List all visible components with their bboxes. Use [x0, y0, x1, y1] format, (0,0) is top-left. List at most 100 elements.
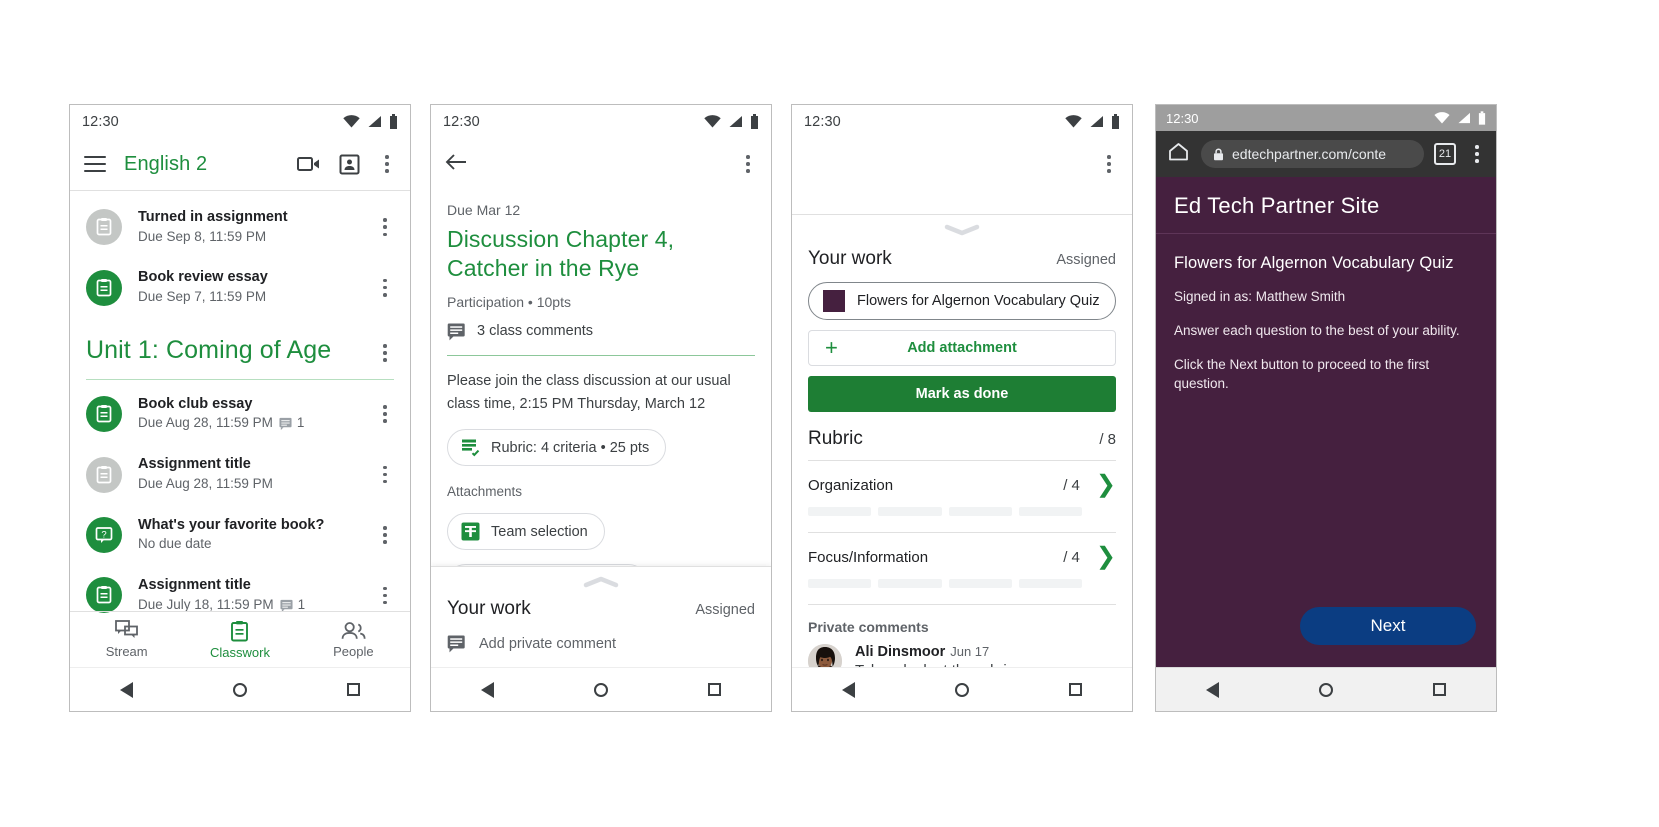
kebab-icon[interactable] [1468, 145, 1486, 163]
add-private-comment[interactable]: Add private comment [431, 620, 771, 667]
url-bar[interactable]: edtechpartner.com/conte [1201, 140, 1424, 168]
question-icon: ? [86, 517, 122, 554]
kebab-icon[interactable] [376, 405, 394, 424]
sheet-expand-handle[interactable] [431, 567, 771, 588]
kebab-icon[interactable] [376, 343, 394, 362]
criterion-levels [808, 579, 1082, 588]
next-button[interactable]: Next [1300, 607, 1476, 645]
kebab-icon[interactable] [376, 586, 394, 605]
assignment-icon [86, 456, 122, 493]
phone-assignment-detail: 12:30 Due Mar 12 Discussion Chapter 4, C… [430, 104, 772, 712]
phone-classwork: 12:30 English 2 Turned in assignment Due… [69, 104, 411, 712]
rubric-title: Rubric [808, 428, 863, 449]
kebab-icon[interactable] [378, 155, 396, 173]
chevron-down-icon [944, 224, 980, 236]
nav-recents-icon[interactable] [1069, 683, 1082, 696]
rubric-criterion[interactable]: Focus/Information / 4 ❯ [792, 533, 1132, 594]
kebab-icon[interactable] [1100, 155, 1118, 173]
work-attachment-label: Flowers for Algernon Vocabulary Quiz [857, 293, 1100, 309]
status-icons [704, 114, 759, 129]
nav-recents-icon[interactable] [347, 683, 360, 696]
nav-recents-icon[interactable] [1433, 683, 1446, 696]
add-attachment-button[interactable]: + Add attachment [808, 330, 1116, 366]
comment-count: 1 [279, 414, 304, 433]
list-item[interactable]: Turned in assignment Due Sep 8, 11:59 PM [70, 197, 410, 257]
status-time: 12:30 [804, 113, 841, 130]
nav-home-icon[interactable] [1319, 682, 1333, 697]
sheet-collapse-handle[interactable] [792, 215, 1132, 236]
quiz-instruction-2: Click the Next button to proceed to the … [1174, 356, 1430, 391]
list-item-subtitle: Due Sep 7, 11:59 PM [138, 288, 376, 307]
phone-browser: 12:30 edtechpartner.com/conte 21 Ed Tech… [1155, 104, 1497, 712]
status-icons [1065, 114, 1120, 129]
app-bar: English 2 [70, 138, 410, 190]
status-bar: 12:30 [70, 105, 410, 138]
private-comments-heading: Private comments [808, 619, 929, 635]
page-title: English 2 [124, 152, 208, 175]
comment-icon [447, 635, 465, 653]
criterion-levels [808, 507, 1082, 516]
nav-back-icon[interactable] [842, 681, 855, 698]
kebab-icon[interactable] [376, 465, 394, 484]
kebab-icon[interactable] [739, 155, 757, 173]
section-divider [447, 354, 755, 357]
android-nav-bar [431, 667, 771, 711]
status-time: 12:30 [82, 113, 119, 130]
app-bar [792, 138, 1132, 190]
nav-home-icon[interactable] [955, 682, 969, 697]
kebab-icon[interactable] [376, 278, 394, 297]
mark-as-done-button[interactable]: Mark as done [808, 376, 1116, 412]
back-arrow-icon[interactable] [445, 153, 467, 176]
list-item[interactable]: Book club essay Due Aug 28, 11:59 PM 1 [70, 384, 410, 444]
video-camera-icon[interactable] [297, 155, 321, 173]
tab-stream[interactable]: Stream [70, 620, 183, 659]
android-nav-bar [792, 667, 1132, 711]
kebab-icon[interactable] [376, 218, 394, 237]
tab-count-button[interactable]: 21 [1434, 143, 1456, 165]
next-button-label: Next [1370, 616, 1406, 635]
android-nav-bar [1156, 667, 1496, 711]
list-item[interactable]: ? What's your favorite book? No due date [70, 505, 410, 565]
classwork-icon [231, 620, 249, 641]
nav-back-icon[interactable] [120, 681, 133, 698]
battery-icon [1478, 111, 1486, 125]
class-comments-row[interactable]: 3 class comments [447, 322, 755, 341]
tab-people[interactable]: People [297, 621, 410, 659]
nav-recents-icon[interactable] [708, 683, 721, 696]
nav-home-icon[interactable] [594, 682, 608, 697]
list-item-subtitle: Due Sep 8, 11:59 PM [138, 228, 376, 247]
status-bar: 12:30 [431, 105, 771, 138]
criterion-score: / 4 [1063, 476, 1080, 494]
list-item[interactable]: Book review essay Due Sep 7, 11:59 PM [70, 257, 410, 317]
kebab-icon[interactable] [376, 526, 394, 544]
tab-classwork[interactable]: Classwork [183, 620, 296, 660]
contact-card-icon[interactable] [339, 154, 360, 175]
home-icon[interactable] [1166, 142, 1191, 166]
rubric-header: Rubric / 8 [792, 412, 1132, 460]
chevron-right-icon[interactable]: ❯ [1096, 545, 1116, 569]
work-attachment-chip[interactable]: Flowers for Algernon Vocabulary Quiz [808, 282, 1116, 320]
hamburger-icon[interactable] [84, 151, 106, 177]
nav-back-icon[interactable] [481, 681, 494, 698]
cellular-signal-icon [1458, 112, 1470, 124]
rubric-criterion[interactable]: Organization / 4 ❯ [792, 461, 1132, 522]
bottom-tab-bar: Stream Classwork People [70, 611, 410, 667]
attachment-chip[interactable]: Team selection [447, 513, 605, 551]
assignment-icon [86, 396, 122, 433]
quiz-instruction-1: Answer each question to the best of your… [1174, 322, 1460, 338]
status-icons [1434, 111, 1486, 125]
plus-icon: + [825, 335, 838, 360]
nav-back-icon[interactable] [1206, 681, 1219, 698]
wifi-icon [343, 115, 360, 128]
status-time: 12:30 [1166, 110, 1199, 126]
tab-label: People [333, 643, 374, 659]
comment-author: Ali Dinsmoor Jun 17 [855, 644, 1018, 660]
rubric-chip[interactable]: Rubric: 4 criteria • 25 pts [447, 429, 667, 467]
rubric-chip-label: Rubric: 4 criteria • 25 pts [491, 439, 650, 456]
chevron-right-icon[interactable]: ❯ [1096, 473, 1116, 497]
lock-icon [1214, 147, 1223, 160]
list-item-title: Assignment title [138, 577, 251, 594]
nav-home-icon[interactable] [233, 682, 247, 697]
list-item-title: Book review essay [138, 269, 268, 286]
list-item[interactable]: Assignment title Due Aug 28, 11:59 PM [70, 444, 410, 504]
